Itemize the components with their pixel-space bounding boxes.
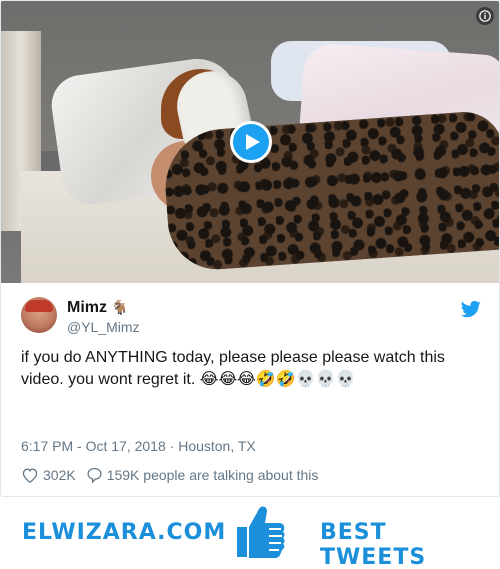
goat-emoji: 🐐 bbox=[111, 299, 129, 315]
timestamp-separator: · bbox=[165, 438, 179, 454]
avatar-cap bbox=[25, 300, 53, 312]
twitter-bird-icon[interactable] bbox=[461, 299, 481, 319]
speech-bubble-icon bbox=[87, 467, 102, 483]
tweet-header: Mimz 🐐 @YL_Mimz bbox=[21, 297, 481, 337]
thumbs-up-icon bbox=[237, 506, 285, 558]
banner-tagline: BEST TWEETS bbox=[320, 520, 427, 569]
tweet-timestamp: 6:17 PM - Oct 17, 2018 · Houston, TX bbox=[21, 438, 256, 454]
tweet-text: if you do ANYTHING today, please please … bbox=[21, 349, 445, 388]
play-button[interactable] bbox=[230, 121, 272, 163]
talking-text: 159K people are talking about this bbox=[106, 467, 319, 483]
video-blanket bbox=[161, 109, 499, 273]
heart-icon bbox=[22, 468, 38, 483]
location-link[interactable]: Houston, TX bbox=[178, 438, 256, 454]
like-button[interactable]: 302K bbox=[21, 467, 76, 483]
talking-link[interactable]: 159K people are talking about this bbox=[86, 467, 319, 483]
avatar[interactable] bbox=[21, 297, 57, 333]
tweet-actions: 302K 159K people are talking about this bbox=[21, 467, 328, 483]
like-count: 302K bbox=[43, 467, 76, 483]
author-block[interactable]: Mimz 🐐 @YL_Mimz bbox=[67, 297, 140, 336]
timestamp-link[interactable]: 6:17 PM - Oct 17, 2018 bbox=[21, 438, 166, 454]
brand-logo-text[interactable]: ELWIZARA.COM bbox=[22, 520, 226, 545]
play-icon bbox=[245, 134, 260, 150]
tweet-card: Mimz 🐐 @YL_Mimz if you do ANYTHING today,… bbox=[0, 0, 500, 497]
info-icon[interactable] bbox=[476, 7, 494, 25]
author-handle[interactable]: @YL_Mimz bbox=[67, 318, 140, 336]
display-name[interactable]: Mimz bbox=[67, 299, 107, 316]
author-name-line[interactable]: Mimz 🐐 bbox=[67, 297, 140, 318]
tweet-video[interactable] bbox=[1, 1, 499, 283]
